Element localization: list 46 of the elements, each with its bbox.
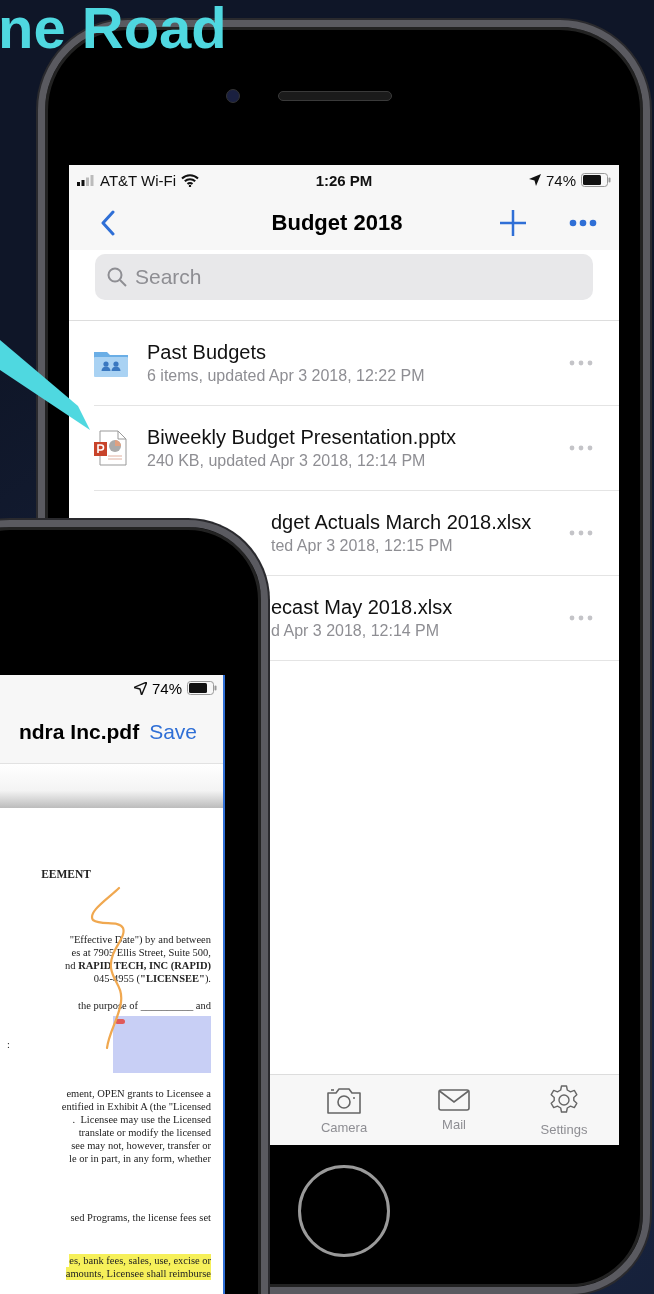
file-details: d Apr 3 2018, 12:14 PM — [271, 622, 441, 640]
camera-icon — [327, 1085, 361, 1114]
tab-item[interactable]: Mail — [399, 1075, 509, 1145]
document-line: translate or modify the licensed — [78, 1126, 211, 1139]
document-line: entified in Exhibit A (the "Licensed — [61, 1100, 211, 1113]
file-details: 6 items, updated Apr 3 2018, 12:22 PM — [147, 367, 426, 385]
file-name: dget Actuals March 2018.xlsx — [271, 511, 533, 534]
wifi-icon — [181, 173, 200, 187]
save-button[interactable]: Save — [149, 720, 197, 744]
clock-time: 1:26 PM — [315, 171, 373, 189]
camera-lens — [226, 89, 240, 103]
document-line: sed Programs, the license fees set — [70, 1211, 211, 1224]
battery-percent: 74% — [545, 171, 576, 189]
battery-percent: 74% — [151, 679, 182, 697]
home-button[interactable] — [298, 1165, 390, 1257]
file-name: ecast May 2018.xlsx — [271, 596, 454, 619]
location-icon — [528, 174, 541, 186]
signal-icon — [77, 174, 95, 186]
screen-title: Budget 2018 — [270, 209, 404, 236]
battery-icon — [187, 681, 217, 695]
document-line: ement, OPEN grants to Licensee a — [66, 1087, 211, 1100]
file-details: 240 KB, updated Apr 3 2018, 12:14 PM — [147, 452, 427, 470]
location-icon — [133, 681, 147, 695]
file-name: Past Budgets — [147, 341, 267, 364]
document-line: nd RAPID TECH, INC (RAPID) — [65, 959, 211, 972]
settings-icon — [548, 1083, 580, 1116]
file-details: ted Apr 3 2018, 12:15 PM — [271, 537, 454, 555]
comment-box[interactable] — [113, 1016, 211, 1073]
document-heading: EEMENT — [41, 868, 91, 881]
tab-item[interactable]: Settings — [509, 1075, 619, 1145]
shared-folder-icon — [94, 349, 128, 377]
document-line: le or in part, in any form, whether — [69, 1152, 211, 1165]
search-icon — [107, 267, 127, 287]
document-line: : — [7, 1038, 10, 1051]
document-line: see may not, however, transfer or — [71, 1139, 211, 1152]
presentation-file-icon — [94, 430, 128, 466]
carrier-name: AT&T Wi-Fi — [100, 171, 177, 189]
comment-tag — [115, 1019, 125, 1024]
document-line: . Licensee may use the Licensed — [72, 1113, 211, 1126]
battery-icon — [581, 173, 611, 187]
headline: ne Road — [0, 0, 227, 57]
file-name: Biweekly Budget Presentation.pptx — [147, 426, 458, 449]
tab-item[interactable]: Camera — [289, 1075, 399, 1145]
document-title: ndra Inc.pdf — [18, 720, 140, 744]
mail-icon — [438, 1088, 470, 1111]
search-field[interactable]: Search — [95, 254, 593, 300]
